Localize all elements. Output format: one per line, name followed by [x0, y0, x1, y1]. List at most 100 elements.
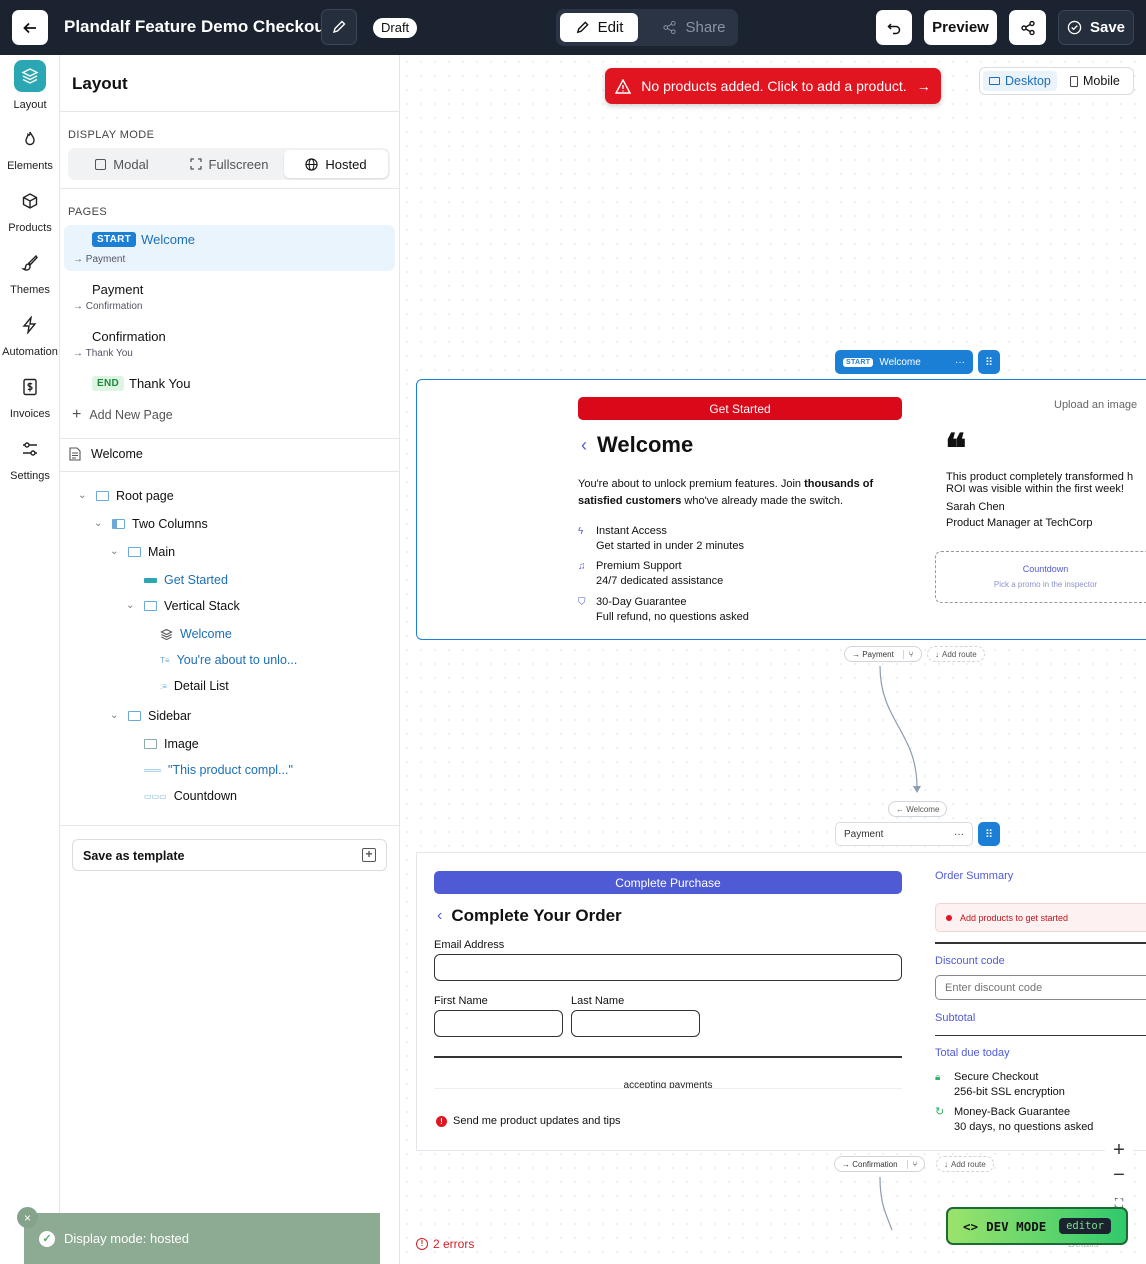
add-route-button[interactable]: ↓ Add route — [936, 1156, 994, 1172]
rail-item-themes[interactable]: Themes — [0, 246, 60, 296]
layout-panel: Layout DISPLAY MODE Modal Fullscreen Hos… — [60, 55, 400, 1264]
branch-icon[interactable]: ⑂ — [902, 649, 914, 659]
mode-fullscreen[interactable]: Fullscreen — [176, 150, 282, 178]
mode-modal[interactable]: Modal — [70, 150, 174, 178]
add-products-notice[interactable]: Add products to get started — [935, 903, 1146, 932]
tree-node-root[interactable]: Root page — [96, 489, 174, 503]
tree-node-quote[interactable]: ═══ "This product compl..." — [144, 763, 293, 777]
mode-label: Hosted — [325, 156, 367, 172]
chevron-down-icon[interactable]: ⌄ — [78, 490, 86, 501]
upload-image-placeholder[interactable]: Upload an image — [1054, 399, 1137, 411]
rail-item-automation[interactable]: Automation — [0, 308, 60, 358]
branch-icon[interactable]: ⑂ — [906, 1159, 917, 1169]
save-as-template-button[interactable]: Save as template + — [72, 839, 387, 871]
rail-item-elements[interactable]: Elements — [0, 122, 60, 172]
back-button[interactable] — [12, 10, 48, 45]
tree-node-vertical-stack[interactable]: Vertical Stack — [144, 599, 240, 613]
page-item-confirmation[interactable]: Confirmation → Thank You — [64, 322, 395, 366]
square-icon — [95, 158, 107, 170]
undo-button[interactable] — [876, 10, 912, 45]
monitor-icon — [989, 77, 1000, 85]
chevron-down-icon[interactable]: ⌄ — [94, 518, 102, 529]
node-header-welcome[interactable]: START Welcome ··· — [835, 350, 973, 374]
chevron-left-icon[interactable]: ‹ — [581, 435, 587, 456]
top-bar: Plandalf Feature Demo Checkout Draft Edi… — [0, 0, 1146, 55]
tree-node-image[interactable]: Image — [144, 737, 199, 751]
tab-edit-label: Edit — [597, 19, 624, 36]
tree-label: Main — [148, 545, 176, 559]
tree-node-countdown[interactable]: ▭▭▭ Countdown — [144, 789, 237, 803]
tree-node-text[interactable]: T≡ You're about to unlo... — [160, 653, 297, 667]
dev-mode-badge[interactable]: <> DEV MODE editor — [946, 1207, 1128, 1245]
get-started-button[interactable]: Get Started — [578, 397, 902, 420]
plus-icon: + — [72, 406, 82, 423]
tree-node-main[interactable]: Main — [128, 545, 175, 559]
mode-hosted[interactable]: Hosted — [284, 150, 388, 178]
payment-page-frame[interactable]: Complete Purchase ‹ Complete Your Order … — [416, 852, 1146, 1151]
no-products-alert[interactable]: No products added. Click to add a produc… — [605, 68, 941, 104]
save-button[interactable]: Save — [1058, 10, 1134, 45]
tree-node-detail-list[interactable]: :≡ Detail List — [160, 679, 229, 693]
discount-code-input[interactable] — [935, 975, 1146, 1000]
device-mobile[interactable]: Mobile — [1064, 71, 1126, 91]
route-pill[interactable]: → Confirmation ⑂ — [834, 1156, 926, 1172]
tab-edit[interactable]: Edit — [560, 13, 638, 42]
page-route: → Confirmation — [73, 301, 143, 312]
share-button[interactable] — [1009, 10, 1046, 45]
tab-share[interactable]: Share — [654, 13, 734, 42]
tree-node-get-started[interactable]: Get Started — [144, 573, 228, 587]
first-name-field[interactable] — [434, 1010, 563, 1037]
rename-button[interactable] — [321, 9, 357, 45]
tree-node-sidebar[interactable]: Sidebar — [128, 709, 191, 723]
tree-node-welcome-heading[interactable]: Welcome — [160, 627, 232, 641]
add-route-label: Add route — [942, 649, 977, 659]
rail-item-products[interactable]: Products — [0, 184, 60, 234]
page-route: → Payment — [73, 254, 126, 265]
welcome-page-frame[interactable]: Get Started ‹ Welcome You're about to un… — [416, 379, 1146, 640]
page-item-thank-you[interactable]: END Thank You — [64, 370, 395, 398]
list-icon: :≡ — [160, 681, 167, 691]
rail-item-settings[interactable]: Settings — [0, 432, 60, 482]
chevron-down-icon[interactable]: ⌄ — [110, 710, 118, 721]
text-icon: T≡ — [160, 655, 170, 665]
complete-purchase-button[interactable]: Complete Purchase — [434, 871, 902, 894]
chevron-down-icon[interactable]: ⌄ — [110, 546, 118, 557]
node-name: Payment — [844, 828, 884, 840]
close-icon[interactable]: × — [17, 1207, 38, 1228]
chevron-down-icon[interactable]: ⌄ — [126, 600, 134, 611]
add-page-label: Add New Page — [89, 408, 173, 422]
drag-handle-icon[interactable]: ⠿ — [978, 350, 1000, 374]
email-field[interactable] — [434, 954, 902, 981]
page-item-payment[interactable]: Payment → Confirmation — [64, 275, 395, 319]
quote-block-icon: ═══ — [144, 765, 162, 775]
preview-button[interactable]: Preview — [924, 10, 997, 45]
total-label: Total due today — [935, 1047, 1010, 1059]
add-page-button[interactable]: + Add New Page — [72, 406, 173, 423]
updates-checkbox[interactable]: ! Send me product updates and tips — [436, 1115, 621, 1127]
divider — [434, 1056, 902, 1058]
rail-item-invoices[interactable]: Invoices — [0, 370, 60, 420]
countdown-placeholder[interactable]: Countdown Pick a promo in the inspector — [935, 551, 1146, 603]
node-header-payment[interactable]: Payment ··· — [835, 822, 973, 846]
warning-icon — [615, 78, 632, 94]
chevron-left-icon[interactable]: ‹ — [437, 907, 442, 925]
more-icon[interactable]: ··· — [955, 357, 965, 368]
zoom-out-button[interactable]: − — [1105, 1162, 1133, 1188]
tab-share-label: Share — [685, 19, 726, 36]
feature-desc: Full refund, no questions asked — [596, 611, 749, 623]
button-icon — [144, 577, 157, 583]
more-icon[interactable]: ··· — [954, 829, 964, 840]
zoom-in-button[interactable]: + — [1105, 1137, 1133, 1163]
last-name-field[interactable] — [571, 1010, 700, 1037]
back-route-pill[interactable]: ← Welcome — [888, 801, 948, 817]
tree-label: Detail List — [173, 679, 229, 693]
errors-indicator[interactable]: ! 2 errors — [416, 1237, 474, 1251]
toast-text: Display mode: hosted — [64, 1231, 190, 1246]
page-item-welcome[interactable]: START Welcome → Payment — [64, 225, 395, 271]
add-route-button[interactable]: ↓ Add route — [927, 646, 985, 662]
drag-handle-icon[interactable]: ⠿ — [978, 822, 1000, 846]
rail-item-layout[interactable]: Layout — [0, 60, 60, 111]
tree-node-two-columns[interactable]: Two Columns — [112, 517, 208, 531]
device-desktop[interactable]: Desktop — [983, 71, 1057, 91]
route-pill[interactable]: → Payment ⑂ — [844, 646, 922, 662]
